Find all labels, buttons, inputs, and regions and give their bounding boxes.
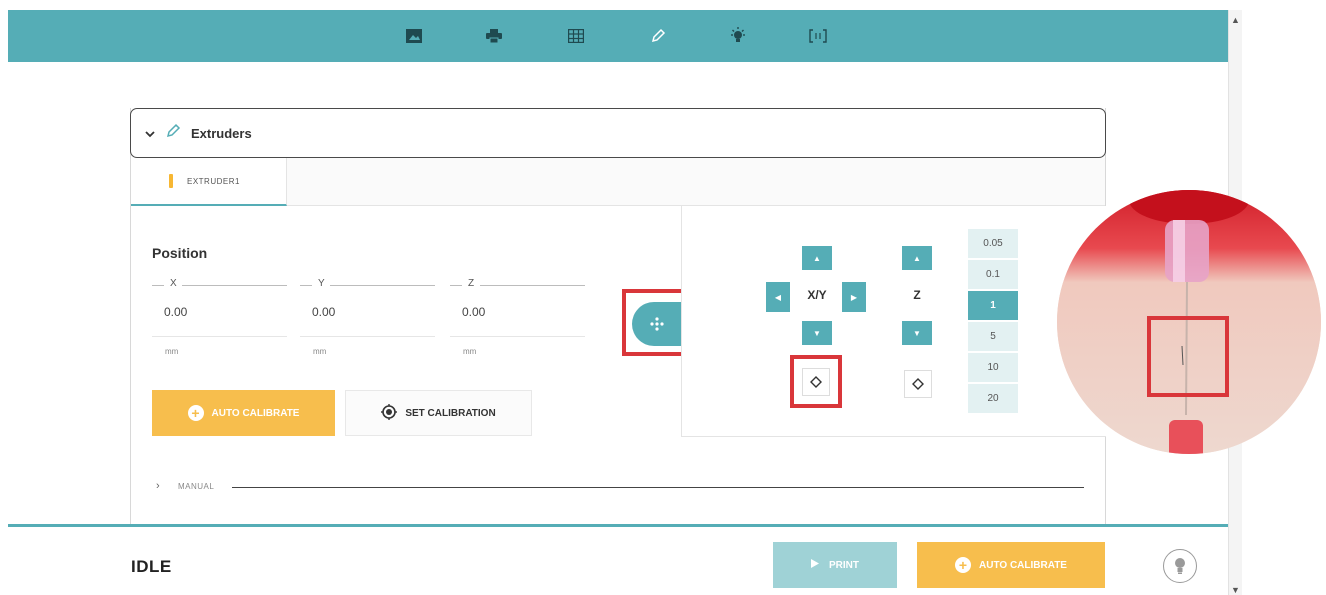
step-option[interactable]: 10 [968,353,1018,382]
arrow-up-icon: ▲ [813,253,821,263]
z-field-label: Z [468,278,475,289]
y-value[interactable]: 0.00 [312,305,335,319]
step-option[interactable]: 5 [968,322,1018,351]
x-minus-button[interactable]: ◀ [766,282,790,312]
help-bulb-button[interactable] [1163,549,1197,583]
manual-label: MANUAL [178,482,215,491]
z-plus-button[interactable]: ▲ [902,246,932,270]
chevron-right-icon: › [156,480,160,492]
bulb-icon[interactable] [728,26,748,46]
highlight-box-xy-home [790,355,842,408]
target-icon [381,403,398,423]
auto-calibrate-button[interactable]: + AUTO CALIBRATE [152,390,335,436]
printer-status: IDLE [131,557,172,576]
step-option-selected[interactable]: 1 [968,291,1018,320]
x-position-field[interactable]: X 0.00 [152,278,287,338]
x-plus-button[interactable]: ▶ [842,282,866,312]
extruders-panel-header[interactable]: Extruders [130,108,1106,158]
z-home-button[interactable] [904,370,932,398]
manual-section-toggle[interactable]: › MANUAL [156,480,1084,494]
pen-icon[interactable] [648,26,668,46]
z-minus-button[interactable]: ▼ [902,321,932,345]
jog-panel [681,206,1106,437]
z-unit: mm [463,347,477,356]
plus-circle-icon: + [955,557,972,573]
nozzle-zoom-photo [1057,190,1321,454]
bulb-icon [1175,558,1185,574]
panel-title: Extruders [191,125,252,141]
y-position-field[interactable]: Y 0.00 [300,278,435,338]
y-field-label: Y [318,278,325,289]
bottom-auto-calibrate-label: AUTO CALIBRATE [979,559,1067,571]
auto-calibrate-label: AUTO CALIBRATE [211,407,300,419]
y-plus-button[interactable]: ▲ [802,246,832,270]
scroll-down-arrow[interactable]: ▼ [1231,586,1240,595]
y-minus-button[interactable]: ▼ [802,321,832,345]
xy-label: X/Y [792,270,842,320]
manual-divider [232,487,1084,488]
set-calibration-label: SET CALIBRATION [405,407,496,419]
position-title: Position [152,245,208,261]
grid-icon[interactable] [566,26,586,46]
z-label: Z [896,270,938,320]
top-toolbar [8,10,1228,62]
arrow-down-icon: ▼ [813,328,821,338]
step-option[interactable]: 20 [968,384,1018,413]
extruder-pen-icon [165,123,181,144]
plus-circle-icon: + [187,405,204,421]
tab-label: EXTRUDER1 [187,176,240,186]
image-icon[interactable] [404,26,424,46]
print-label: PRINT [829,559,859,571]
set-calibration-button[interactable]: SET CALIBRATION [345,390,532,436]
scroll-up-arrow[interactable]: ▲ [1231,16,1240,25]
z-position-field[interactable]: Z 0.00 [450,278,585,338]
x-unit: mm [165,347,179,356]
play-icon [811,559,819,571]
extruder-color-marker [169,174,173,188]
step-option[interactable]: 0.1 [968,260,1018,289]
bottom-auto-calibrate-button[interactable]: + AUTO CALIBRATE [917,542,1105,588]
printer-icon[interactable] [484,26,504,46]
arrow-left-icon: ◀ [774,292,782,302]
y-unit: mm [313,347,327,356]
arrow-up-icon: ▲ [913,253,921,263]
arrow-down-icon: ▼ [913,328,921,338]
x-field-label: X [170,278,177,289]
step-option[interactable]: 0.05 [968,229,1018,258]
print-button[interactable]: PRINT [773,542,897,588]
tab-extruder1[interactable]: EXTRUDER1 [131,158,287,206]
bracket-icon[interactable] [808,26,828,46]
x-value[interactable]: 0.00 [164,305,187,319]
diamond-icon [912,378,924,390]
arrow-right-icon: ▶ [850,292,858,302]
z-value[interactable]: 0.00 [462,305,485,319]
chevron-down-icon [145,126,155,141]
